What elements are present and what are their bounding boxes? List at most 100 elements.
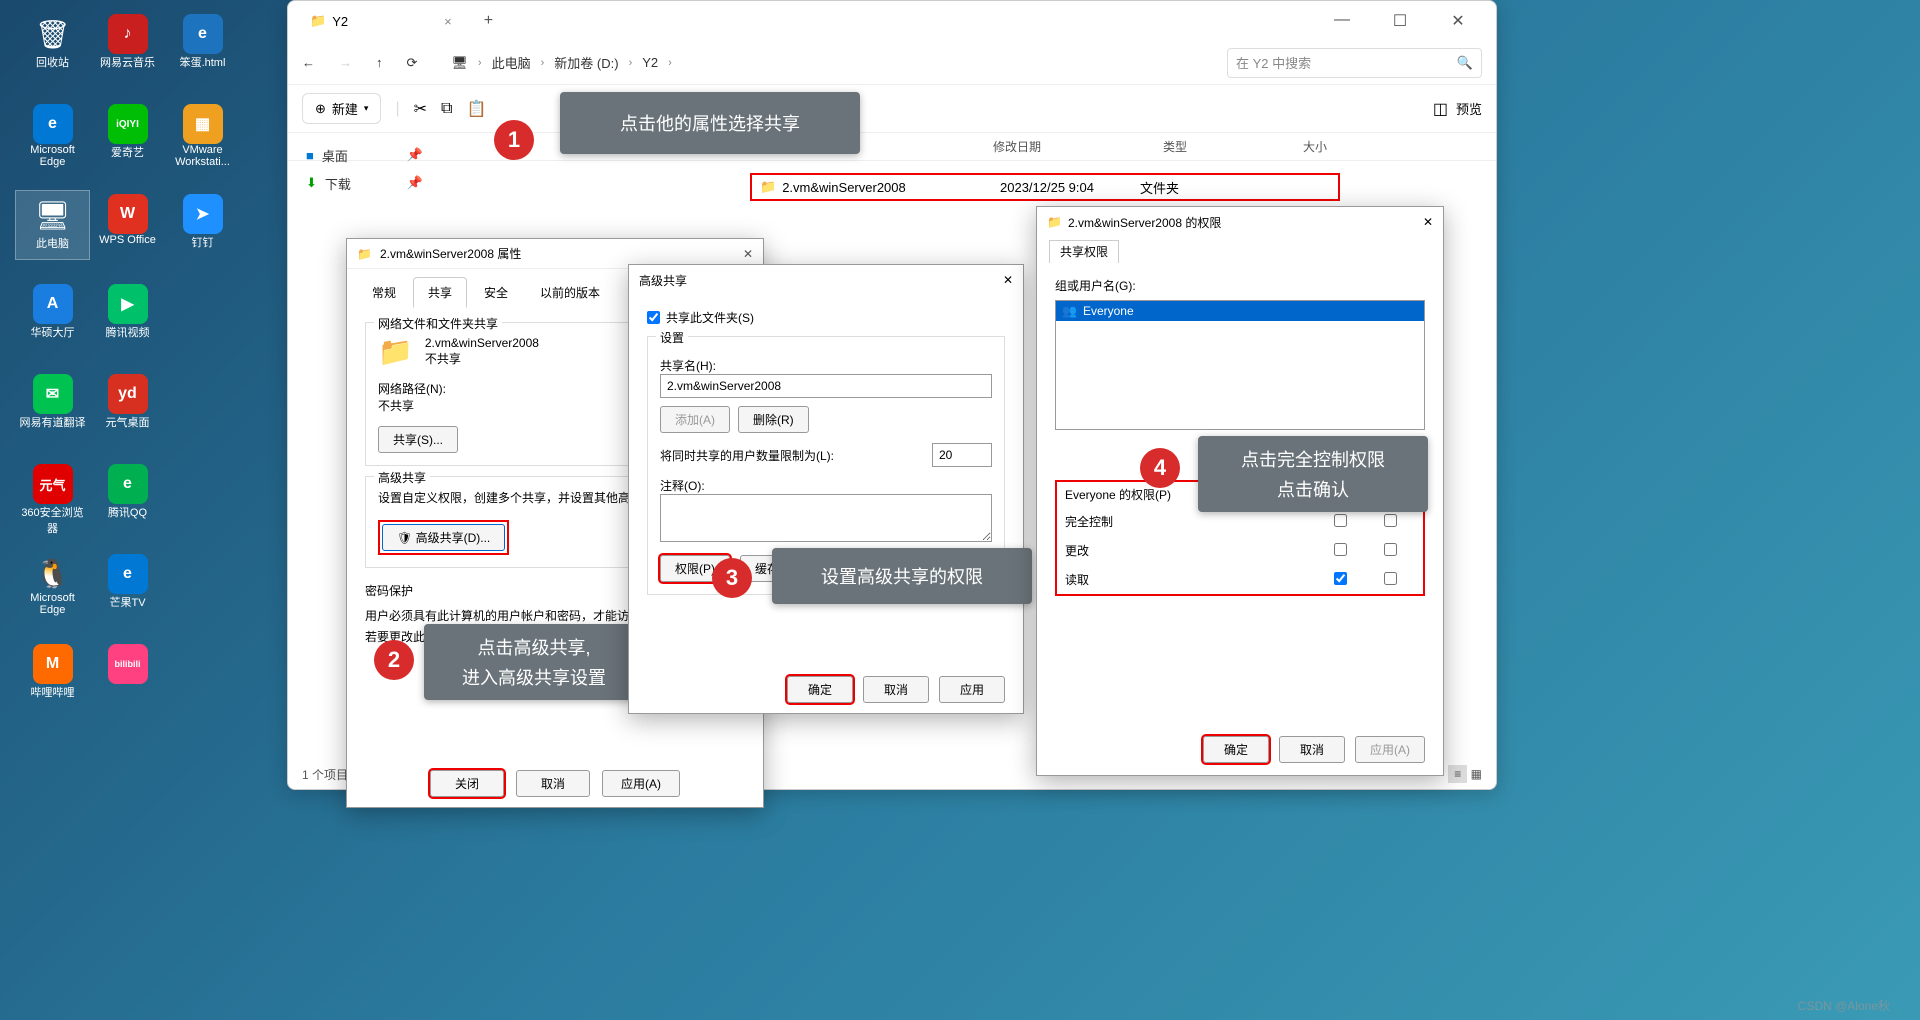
- deny-read-checkbox[interactable]: [1384, 572, 1397, 585]
- explorer-tab[interactable]: 📁 Y2 ×: [296, 7, 466, 35]
- desktop-thispc[interactable]: 🖥此电脑: [15, 190, 90, 260]
- close-icon[interactable]: ✕: [1003, 273, 1013, 287]
- share-button[interactable]: 共享(S)...: [378, 426, 458, 453]
- limit-input[interactable]: [932, 443, 992, 467]
- add-button[interactable]: 添加(A): [660, 406, 730, 433]
- comment-input[interactable]: [660, 494, 992, 542]
- cancel-button[interactable]: 取消: [863, 676, 929, 703]
- paste-icon[interactable]: 📋: [466, 99, 486, 119]
- annotation-1: 点击他的属性选择共享: [560, 92, 860, 154]
- desktop-html[interactable]: e笨蛋.html: [165, 10, 240, 80]
- tab-prev[interactable]: 以前的版本: [525, 277, 615, 308]
- close-button[interactable]: 关闭: [430, 770, 504, 797]
- column-headers[interactable]: 名称 修改日期 类型 大小: [288, 133, 1496, 161]
- maximize-icon[interactable]: ☐: [1380, 11, 1420, 31]
- preview-label[interactable]: 预览: [1456, 99, 1482, 118]
- apply-button[interactable]: 应用(A): [1355, 736, 1425, 763]
- close-icon[interactable]: ✕: [1438, 11, 1478, 31]
- desktop-mgtv[interactable]: M哔哩哔哩: [15, 640, 90, 710]
- minimize-icon[interactable]: —: [1322, 11, 1362, 31]
- allow-change-checkbox[interactable]: [1334, 543, 1347, 556]
- desktop-edge[interactable]: eMicrosoft Edge: [15, 100, 90, 170]
- sidebar-downloads[interactable]: ⬇下载📌: [306, 169, 433, 197]
- desktop-edge2[interactable]: e芒果TV: [90, 550, 165, 620]
- cancel-button[interactable]: 取消: [1279, 736, 1345, 763]
- desktop-wechat[interactable]: ✉网易有道翻译: [15, 370, 90, 440]
- tab-title: Y2: [332, 14, 348, 29]
- dialog-title: 2.vm&winServer2008 属性: [380, 245, 521, 262]
- tab-share[interactable]: 共享: [413, 277, 467, 308]
- desktop-recycle-bin[interactable]: 🗑回收站: [15, 10, 90, 80]
- close-icon[interactable]: ✕: [743, 247, 753, 261]
- annotation-3: 设置高级共享的权限: [772, 548, 1032, 604]
- grid-view-icon[interactable]: ▦: [1471, 767, 1482, 781]
- cancel-button[interactable]: 取消: [516, 770, 590, 797]
- recycle-icon: 🗑: [33, 14, 73, 54]
- refresh-icon[interactable]: ⟳: [407, 55, 418, 71]
- group-share-title: 网络文件和文件夹共享: [374, 315, 502, 332]
- dialog-title: 2.vm&winServer2008 的权限: [1068, 214, 1221, 231]
- sharename-input[interactable]: [660, 374, 992, 398]
- tab-general[interactable]: 常规: [357, 277, 411, 308]
- desktop-yuanqi[interactable]: 元气360安全浏览器: [15, 460, 90, 530]
- folder-icon: 📁: [1047, 215, 1062, 229]
- apply-button[interactable]: 应用: [939, 676, 1005, 703]
- remove-button[interactable]: 删除(R): [738, 406, 809, 433]
- annotation-2: 点击高级共享,进入高级共享设置: [424, 624, 644, 700]
- close-tab-icon[interactable]: ×: [444, 14, 452, 29]
- file-row[interactable]: 📁2.vm&winServer2008 2023/12/25 9:04 文件夹: [750, 173, 1340, 201]
- list-view-icon[interactable]: ≡: [1448, 765, 1467, 783]
- watermark: CSDN @Alone秋: [1798, 997, 1890, 1014]
- share-status: 不共享: [425, 350, 539, 367]
- allow-full-checkbox[interactable]: [1334, 514, 1347, 527]
- settings-title: 设置: [656, 329, 688, 346]
- desktop-netease[interactable]: ♪网易云音乐: [90, 10, 165, 80]
- desktop-wps[interactable]: WWPS Office: [90, 190, 165, 260]
- search-icon[interactable]: 🔍: [1457, 55, 1473, 71]
- anno-num-4: 4: [1140, 448, 1180, 488]
- deny-full-checkbox[interactable]: [1384, 514, 1397, 527]
- desktop-vmware[interactable]: ▦VMware Workstati...: [165, 100, 240, 170]
- up-icon[interactable]: ↑: [376, 55, 383, 70]
- desktop-bilibili[interactable]: bilibili: [90, 640, 165, 710]
- sharename-label: 共享名(H):: [660, 357, 992, 374]
- back-icon[interactable]: ←: [302, 55, 315, 70]
- allow-read-checkbox[interactable]: [1334, 572, 1347, 585]
- breadcrumb[interactable]: 🖥› 此电脑› 新加卷 (D:)› Y2›: [451, 53, 1213, 72]
- deny-change-checkbox[interactable]: [1384, 543, 1397, 556]
- monitor-icon: 🖥: [33, 195, 73, 235]
- desktop-tencentvideo[interactable]: ▶腾讯视频: [90, 280, 165, 350]
- share-checkbox[interactable]: 共享此文件夹(S): [647, 309, 1005, 326]
- desktop-dingtalk[interactable]: ➤钉钉: [165, 190, 240, 260]
- desktop-qq[interactable]: 🐧Microsoft Edge: [15, 550, 90, 620]
- monitor-icon: 🖥: [451, 55, 468, 71]
- group-label: 组或用户名(G):: [1055, 277, 1425, 294]
- ok-button[interactable]: 确定: [787, 676, 853, 703]
- forward-icon[interactable]: →: [339, 55, 352, 70]
- tab-share-perm[interactable]: 共享权限: [1049, 240, 1119, 263]
- sidebar-desktop[interactable]: ■桌面📌: [306, 141, 433, 169]
- close-icon[interactable]: ✕: [1423, 215, 1433, 229]
- desktop-youdao[interactable]: yd元气桌面: [90, 370, 165, 440]
- cut-icon[interactable]: ✂: [414, 99, 427, 119]
- dialog-title: 高级共享: [639, 272, 687, 289]
- search-input[interactable]: 在 Y2 中搜索 🔍: [1227, 48, 1482, 78]
- add-tab[interactable]: +: [484, 12, 493, 30]
- copy-icon[interactable]: ⧉: [441, 100, 452, 118]
- tab-security[interactable]: 安全: [469, 277, 523, 308]
- desktop-iqiyi[interactable]: iQIYI爱奇艺: [90, 100, 165, 170]
- folder-icon: 📁: [760, 179, 776, 195]
- nav-toolbar: ← → ↑ ⟳ 🖥› 此电脑› 新加卷 (D:)› Y2› 在 Y2 中搜索 🔍: [288, 41, 1496, 85]
- new-button[interactable]: ⊕ 新建 ▾: [302, 93, 381, 124]
- user-everyone[interactable]: 👥 Everyone: [1056, 301, 1424, 321]
- desktop-asus[interactable]: A华硕大厅: [15, 280, 90, 350]
- desktop-360[interactable]: e腾讯QQ: [90, 460, 165, 530]
- preview-icon[interactable]: ◫: [1433, 99, 1448, 119]
- ok-button[interactable]: 确定: [1203, 736, 1269, 763]
- desktop: 🗑回收站 ♪网易云音乐 e笨蛋.html eMicrosoft Edge iQI…: [0, 0, 255, 740]
- anno-num-2: 2: [374, 640, 414, 680]
- anno-num-1: 1: [494, 120, 534, 160]
- advanced-share-button[interactable]: 🛡 高级共享(D)...: [382, 524, 505, 551]
- apply-button[interactable]: 应用(A): [602, 770, 680, 797]
- user-list[interactable]: 👥 Everyone: [1055, 300, 1425, 430]
